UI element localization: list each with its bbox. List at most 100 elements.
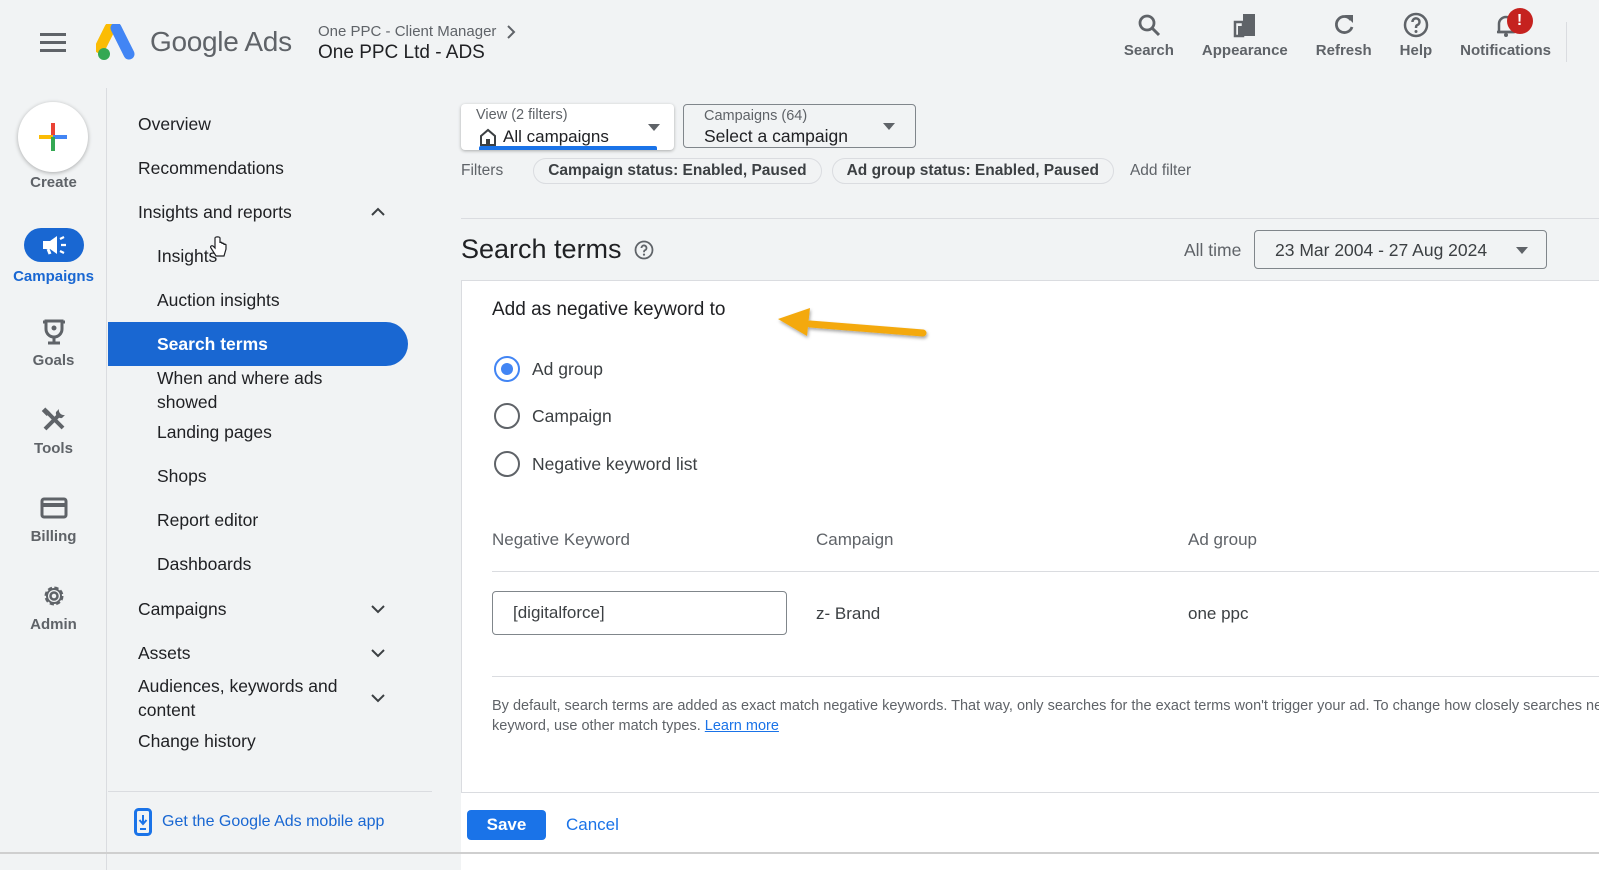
page-title-text: Search terms xyxy=(461,234,622,264)
main-menu-button[interactable] xyxy=(40,33,66,53)
radio-button[interactable] xyxy=(494,356,520,382)
save-button[interactable]: Save xyxy=(467,810,546,840)
add-filter-button[interactable]: Add filter xyxy=(1130,162,1191,180)
nav-label: Shops xyxy=(157,465,207,486)
rail-item-admin[interactable]: Admin xyxy=(0,582,107,633)
manager-account-label: One PPC - Client Manager xyxy=(318,23,497,40)
radio-ad-group[interactable]: Ad group xyxy=(494,356,603,382)
learn-more-link[interactable]: Learn more xyxy=(705,718,779,734)
account-switcher[interactable]: One PPC - Client Manager One PPC Ltd - A… xyxy=(318,23,516,64)
top-bar: Google Ads One PPC - Client Manager One … xyxy=(0,0,1599,88)
help-icon[interactable] xyxy=(634,240,654,260)
nav-item-campaigns[interactable]: Campaigns xyxy=(108,597,408,621)
help-icon xyxy=(1403,12,1429,38)
chevron-down-icon[interactable] xyxy=(370,645,386,661)
search-label: Search xyxy=(1123,42,1174,59)
nav-item-shops[interactable]: Shops xyxy=(108,464,408,488)
nav-label: Overview xyxy=(138,113,211,134)
mobile-phone-icon xyxy=(134,808,152,836)
view-value: All campaigns xyxy=(479,127,609,147)
action-bar: Save Cancel xyxy=(461,792,1599,870)
appearance-button[interactable]: Appearance xyxy=(1188,12,1302,59)
note-line-2: keyword, use other match types. Learn mo… xyxy=(492,716,1599,736)
radio-negative-keyword-list[interactable]: Negative keyword list xyxy=(494,451,697,477)
mobile-app-label: Get the Google Ads mobile app xyxy=(162,813,385,830)
card-title: Add as negative keyword to xyxy=(492,299,726,320)
nav-item-audiences-keywords-content[interactable]: Audiences, keywords and content xyxy=(108,673,408,723)
help-button[interactable]: Help xyxy=(1386,12,1447,59)
nav-label: Dashboards xyxy=(157,553,252,574)
filter-chip-ad-group-status[interactable]: Ad group status: Enabled, Paused xyxy=(831,158,1114,184)
view-underline xyxy=(479,146,657,150)
view-selector[interactable]: View (2 filters) All campaigns xyxy=(461,104,674,150)
view-value-label: All campaigns xyxy=(503,127,609,146)
create-button[interactable] xyxy=(18,102,88,172)
tools-icon xyxy=(41,407,65,431)
nav-item-overview[interactable]: Overview xyxy=(108,112,408,136)
nav-label: Assets xyxy=(138,642,191,663)
chevron-down-icon[interactable] xyxy=(370,690,386,706)
radio-button[interactable] xyxy=(494,451,520,477)
radio-label: Negative keyword list xyxy=(532,453,698,474)
mobile-app-link[interactable]: Get the Google Ads mobile app xyxy=(134,808,384,836)
negative-keyword-input[interactable] xyxy=(492,591,787,635)
megaphone-icon xyxy=(42,236,66,255)
appearance-icon xyxy=(1233,14,1255,38)
campaign-selector[interactable]: Campaigns (64) Select a campaign xyxy=(683,104,916,148)
nav-item-report-editor[interactable]: Report editor xyxy=(108,508,408,532)
campaign-value: Select a campaign xyxy=(704,126,848,146)
rail-item-billing[interactable]: Billing xyxy=(0,494,107,545)
cancel-button[interactable]: Cancel xyxy=(566,815,619,835)
billing-label: Billing xyxy=(30,528,77,545)
trophy-icon xyxy=(42,319,65,345)
app-name: Google Ads xyxy=(150,26,292,57)
date-range-selector[interactable]: 23 Mar 2004 - 27 Aug 2024 xyxy=(1254,230,1547,269)
nav-item-insights[interactable]: Insights xyxy=(108,244,408,268)
date-range-value: 23 Mar 2004 - 27 Aug 2024 xyxy=(1275,240,1488,260)
campaigns-pill xyxy=(23,228,84,262)
table-divider xyxy=(492,676,1599,677)
refresh-button[interactable]: Refresh xyxy=(1302,12,1386,59)
column-header-ad-group: Ad group xyxy=(1188,530,1257,549)
column-header-campaign: Campaign xyxy=(816,530,894,549)
main-content: View (2 filters) All campaigns Campaigns… xyxy=(461,88,1599,870)
chevron-up-icon[interactable] xyxy=(370,204,386,220)
nav-label: Auction insights xyxy=(157,289,280,310)
rail-item-goals[interactable]: Goals xyxy=(0,318,107,369)
search-button[interactable]: Search xyxy=(1110,12,1188,59)
radio-button[interactable] xyxy=(494,403,520,429)
rail-item-tools[interactable]: Tools xyxy=(0,406,107,457)
refresh-label: Refresh xyxy=(1315,42,1372,59)
caret-down-icon xyxy=(648,124,660,131)
notification-badge: ! xyxy=(1506,8,1533,34)
ad-group-cell: one ppc xyxy=(1188,604,1249,623)
nav-label: Report editor xyxy=(157,509,259,530)
nav-item-change-history[interactable]: Change history xyxy=(108,729,408,753)
radio-campaign[interactable]: Campaign xyxy=(494,403,612,429)
caret-down-icon xyxy=(883,123,895,130)
campaigns-count: Campaigns (64) xyxy=(704,108,808,124)
rail-item-campaigns[interactable]: Campaigns xyxy=(0,228,107,285)
nav-item-assets[interactable]: Assets xyxy=(108,641,408,665)
notifications-button[interactable]: ! Notifications xyxy=(1446,8,1565,59)
rail-create-label: Create xyxy=(0,174,107,191)
nav-item-dashboards[interactable]: Dashboards xyxy=(108,552,408,576)
radio-label: Campaign xyxy=(532,405,612,426)
nav-item-search-terms[interactable]: Search terms xyxy=(108,322,408,366)
caret-down-icon xyxy=(1516,247,1528,254)
nav-item-recommendations[interactable]: Recommendations xyxy=(108,156,408,180)
chevron-right-icon xyxy=(507,24,516,39)
nav-item-when-and-where-ads-showed[interactable]: When and where ads showed xyxy=(108,365,368,415)
nav-label: Insights and reports xyxy=(138,201,292,222)
nav-item-landing-pages[interactable]: Landing pages xyxy=(108,420,408,444)
chevron-down-icon[interactable] xyxy=(370,601,386,617)
nav-item-insights-and-reports[interactable]: Insights and reports xyxy=(108,200,408,224)
filters-label: Filters xyxy=(461,162,504,179)
top-actions: Search Appearance Refresh Help ! Notific… xyxy=(1110,8,1565,59)
nav-label: Insights xyxy=(157,245,218,266)
navigation-panel: Overview Recommendations Insights and re… xyxy=(108,88,432,870)
filter-chip-campaign-status[interactable]: Campaign status: Enabled, Paused xyxy=(533,158,822,184)
divider xyxy=(461,218,1599,219)
column-header-negative-keyword: Negative Keyword xyxy=(492,530,630,549)
nav-item-auction-insights[interactable]: Auction insights xyxy=(108,288,408,312)
